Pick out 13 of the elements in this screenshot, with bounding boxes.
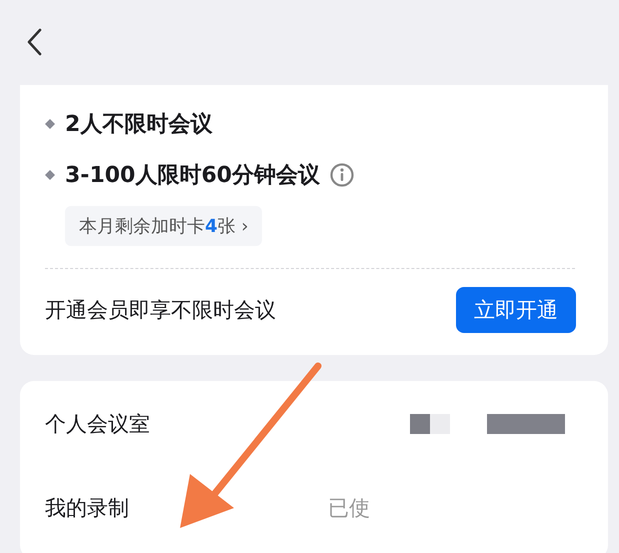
bullet-icon: [45, 119, 55, 129]
bullet-icon: [45, 170, 55, 180]
row-label[interactable]: 个人会议室: [45, 410, 150, 438]
feature-text: 3-100人限时60分钟会议: [65, 162, 320, 190]
extra-time-card-link[interactable]: 本月剩余加时卡4张 ›: [65, 206, 262, 246]
row-value: 已使: [328, 495, 370, 522]
redacted-block: [410, 414, 450, 434]
upgrade-text: 开通会员即享不限时会议: [45, 297, 276, 324]
row-label[interactable]: 我的录制: [45, 494, 129, 522]
activate-button[interactable]: 立即开通: [456, 287, 576, 333]
feature-text: 2人不限时会议: [65, 111, 212, 139]
back-icon[interactable]: [26, 28, 42, 56]
info-icon[interactable]: [330, 163, 354, 187]
